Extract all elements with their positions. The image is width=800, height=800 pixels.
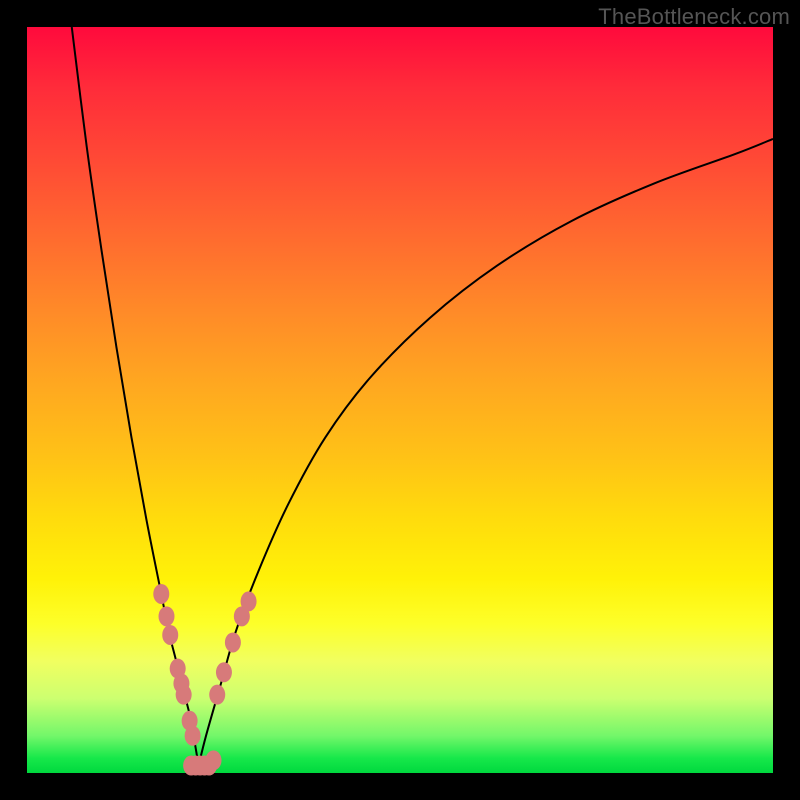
data-point-left-1 [159,606,175,626]
data-point-left-2 [162,625,178,645]
curve-svg [27,27,773,773]
bottleneck-curve-right-branch [199,139,773,766]
data-point-bottom-5 [206,750,222,770]
chart-frame: TheBottleneck.com [0,0,800,800]
data-point-left-7 [185,726,201,746]
plot-area [27,27,773,773]
data-point-left-0 [153,584,169,604]
data-point-left-5 [176,685,192,705]
data-point-right-0 [209,685,225,705]
bottleneck-curve-left-branch [72,27,199,766]
data-point-right-1 [216,662,232,682]
data-point-right-4 [241,591,257,611]
watermark-text: TheBottleneck.com [598,4,790,30]
data-point-right-2 [225,632,241,652]
